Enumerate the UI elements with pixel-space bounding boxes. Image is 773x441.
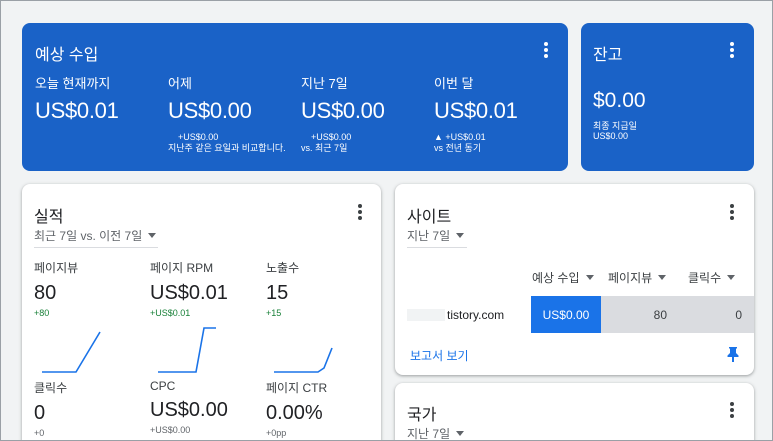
earnings-yesterday-compare-text: 지난주 같은 요일과 비교합니다. bbox=[168, 143, 286, 153]
metric-cpc[interactable]: CPC US$0.00 +US$0.00 bbox=[150, 379, 260, 435]
sites-col-pageviews[interactable]: 페이지뷰 bbox=[608, 269, 667, 286]
metric-page-rpm-label: 페이지 RPM bbox=[150, 261, 214, 275]
earnings-yesterday-compare-amount: +US$0.00 bbox=[178, 132, 219, 142]
site-pageviews-cell: 80 bbox=[601, 296, 680, 333]
earnings-yesterday-value: US$0.00 bbox=[168, 98, 252, 123]
chevron-down-icon bbox=[585, 275, 594, 280]
sites-period-dropdown[interactable]: 지난 7일 bbox=[407, 227, 465, 244]
performance-period-underline bbox=[34, 247, 158, 248]
metric-pageviews-change: +80 bbox=[34, 308, 50, 318]
estimated-earnings-card: 예상 수입 오늘 현재까지 US$0.01 어제 US$0.00 +US$0.0… bbox=[22, 23, 568, 171]
site-clicks-cell: 0 bbox=[680, 296, 754, 333]
metric-page-rpm[interactable]: 페이지 RPM US$0.01 +US$0.01 bbox=[150, 259, 260, 318]
view-report-link[interactable]: 보고서 보기 bbox=[410, 347, 469, 364]
chevron-down-icon bbox=[456, 431, 465, 436]
estimated-earnings-title: 예상 수입 bbox=[35, 47, 99, 64]
earnings-today: 오늘 현재까지 US$0.01 bbox=[35, 73, 165, 124]
metric-page-ctr-change: +0pp bbox=[266, 428, 287, 438]
metric-clicks-label: 클릭수 bbox=[34, 381, 68, 395]
sites-col-clicks-label: 클릭수 bbox=[688, 271, 722, 285]
earnings-yesterday: 어제 US$0.00 +US$0.00 지난주 같은 요일과 비교합니다. bbox=[168, 73, 298, 154]
metric-pageviews-value: 80 bbox=[34, 282, 57, 304]
impressions-sparkline bbox=[274, 347, 333, 373]
earnings-this-month: 이번 달 US$0.01 ▲ +US$0.01 vs 전년 동기 bbox=[434, 73, 564, 154]
earnings-last-7-days-compare-amount: +US$0.00 bbox=[311, 132, 352, 142]
metric-cpc-change: +US$0.00 bbox=[150, 425, 191, 435]
performance-period-dropdown[interactable]: 최근 7일 vs. 이전 7일 bbox=[34, 227, 157, 244]
earnings-last-7-days-value: US$0.00 bbox=[301, 98, 385, 123]
metric-page-ctr-label: 페이지 CTR bbox=[266, 381, 328, 395]
performance-card: 실적 최근 7일 vs. 이전 7일 페이지뷰 80 +80 페이지 RPM U… bbox=[22, 184, 381, 440]
site-earnings-cell: US$0.00 bbox=[531, 296, 601, 333]
balance-card: 잔고 $0.00 최종 지급일 US$0.00 bbox=[581, 23, 754, 171]
countries-period-label: 지난 7일 bbox=[407, 427, 451, 441]
earnings-this-month-compare: ▲ +US$0.01 vs 전년 동기 bbox=[434, 132, 564, 154]
site-pageviews: 80 bbox=[653, 307, 667, 322]
balance-last-payment-value: US$0.00 bbox=[593, 131, 629, 141]
estimated-earnings-more-icon[interactable] bbox=[537, 41, 555, 59]
earnings-this-month-compare-amount: ▲ +US$0.01 bbox=[434, 132, 486, 142]
performance-title: 실적 bbox=[34, 209, 64, 226]
table-row[interactable]: tistory.com US$0.00 80 0 bbox=[395, 296, 754, 333]
earnings-today-label: 오늘 현재까지 bbox=[35, 76, 111, 91]
metric-cpc-label: CPC bbox=[150, 379, 176, 393]
chevron-down-icon bbox=[148, 233, 157, 238]
countries-title: 국가 bbox=[407, 407, 437, 424]
earnings-this-month-compare-text: vs 전년 동기 bbox=[434, 143, 482, 153]
site-name-redacted bbox=[407, 308, 445, 321]
countries-card: 국가 지난 7일 bbox=[395, 383, 754, 441]
earnings-today-value: US$0.01 bbox=[35, 98, 119, 123]
metric-impressions-change: +15 bbox=[266, 308, 282, 318]
sites-period-underline bbox=[407, 247, 467, 248]
page-rpm-sparkline bbox=[158, 327, 216, 373]
metric-page-ctr-value: 0.00% bbox=[266, 402, 323, 424]
sites-title: 사이트 bbox=[407, 209, 452, 226]
earnings-this-month-value: US$0.01 bbox=[434, 98, 518, 123]
metric-page-rpm-value: US$0.01 bbox=[150, 282, 228, 304]
chevron-down-icon bbox=[727, 275, 736, 280]
site-name-cell: tistory.com bbox=[407, 296, 531, 333]
earnings-yesterday-compare: +US$0.00 지난주 같은 요일과 비교합니다. bbox=[168, 132, 286, 154]
pageviews-sparkline bbox=[42, 331, 101, 373]
sites-card: 사이트 지난 7일 예상 수입 페이지뷰 클릭수 tistory.com US$… bbox=[395, 184, 754, 375]
chevron-down-icon bbox=[658, 275, 667, 280]
earnings-yesterday-label: 어제 bbox=[168, 76, 192, 91]
earnings-last-7-days-label: 지난 7일 bbox=[301, 76, 348, 91]
balance-title: 잔고 bbox=[593, 47, 623, 64]
chevron-down-icon bbox=[456, 233, 465, 238]
earnings-last-7-days: 지난 7일 US$0.00 +US$0.00 vs. 최근 7일 bbox=[301, 73, 431, 154]
metric-clicks[interactable]: 클릭수 0 +0 bbox=[34, 379, 144, 438]
metric-impressions-label: 노출수 bbox=[266, 261, 300, 275]
countries-more-icon[interactable] bbox=[723, 401, 741, 419]
earnings-last-7-days-compare-text: vs. 최근 7일 bbox=[301, 143, 348, 153]
balance-value: $0.00 bbox=[593, 89, 646, 112]
metric-impressions-value: 15 bbox=[266, 282, 289, 304]
metric-impressions[interactable]: 노출수 15 +15 bbox=[266, 259, 376, 318]
sites-col-pageviews-label: 페이지뷰 bbox=[608, 271, 653, 285]
metric-clicks-change: +0 bbox=[34, 428, 45, 438]
performance-period-label: 최근 7일 vs. 이전 7일 bbox=[34, 229, 143, 243]
metric-clicks-value: 0 bbox=[34, 402, 46, 424]
metric-pageviews[interactable]: 페이지뷰 80 +80 bbox=[34, 259, 144, 318]
sites-col-earnings[interactable]: 예상 수입 bbox=[532, 269, 594, 286]
sites-col-clicks[interactable]: 클릭수 bbox=[688, 269, 736, 286]
site-clicks: 0 bbox=[735, 307, 742, 322]
countries-period-dropdown[interactable]: 지난 7일 bbox=[407, 425, 465, 441]
metric-page-ctr[interactable]: 페이지 CTR 0.00% +0pp bbox=[266, 379, 376, 438]
balance-more-icon[interactable] bbox=[723, 41, 741, 59]
site-earnings: US$0.00 bbox=[542, 307, 590, 322]
sites-col-earnings-label: 예상 수입 bbox=[532, 271, 580, 285]
adsense-dashboard: 예상 수입 오늘 현재까지 US$0.01 어제 US$0.00 +US$0.0… bbox=[0, 0, 773, 441]
metric-pageviews-label: 페이지뷰 bbox=[34, 261, 79, 275]
sites-period-label: 지난 7일 bbox=[407, 229, 451, 243]
earnings-last-7-days-compare: +US$0.00 vs. 최근 7일 bbox=[301, 132, 431, 154]
performance-more-icon[interactable] bbox=[351, 203, 369, 221]
metric-cpc-value: US$0.00 bbox=[150, 399, 228, 421]
pin-icon[interactable] bbox=[726, 346, 740, 362]
earnings-this-month-label: 이번 달 bbox=[434, 76, 474, 91]
metric-page-rpm-change: +US$0.01 bbox=[150, 308, 191, 318]
site-name: tistory.com bbox=[447, 307, 505, 322]
sites-more-icon[interactable] bbox=[723, 203, 741, 221]
